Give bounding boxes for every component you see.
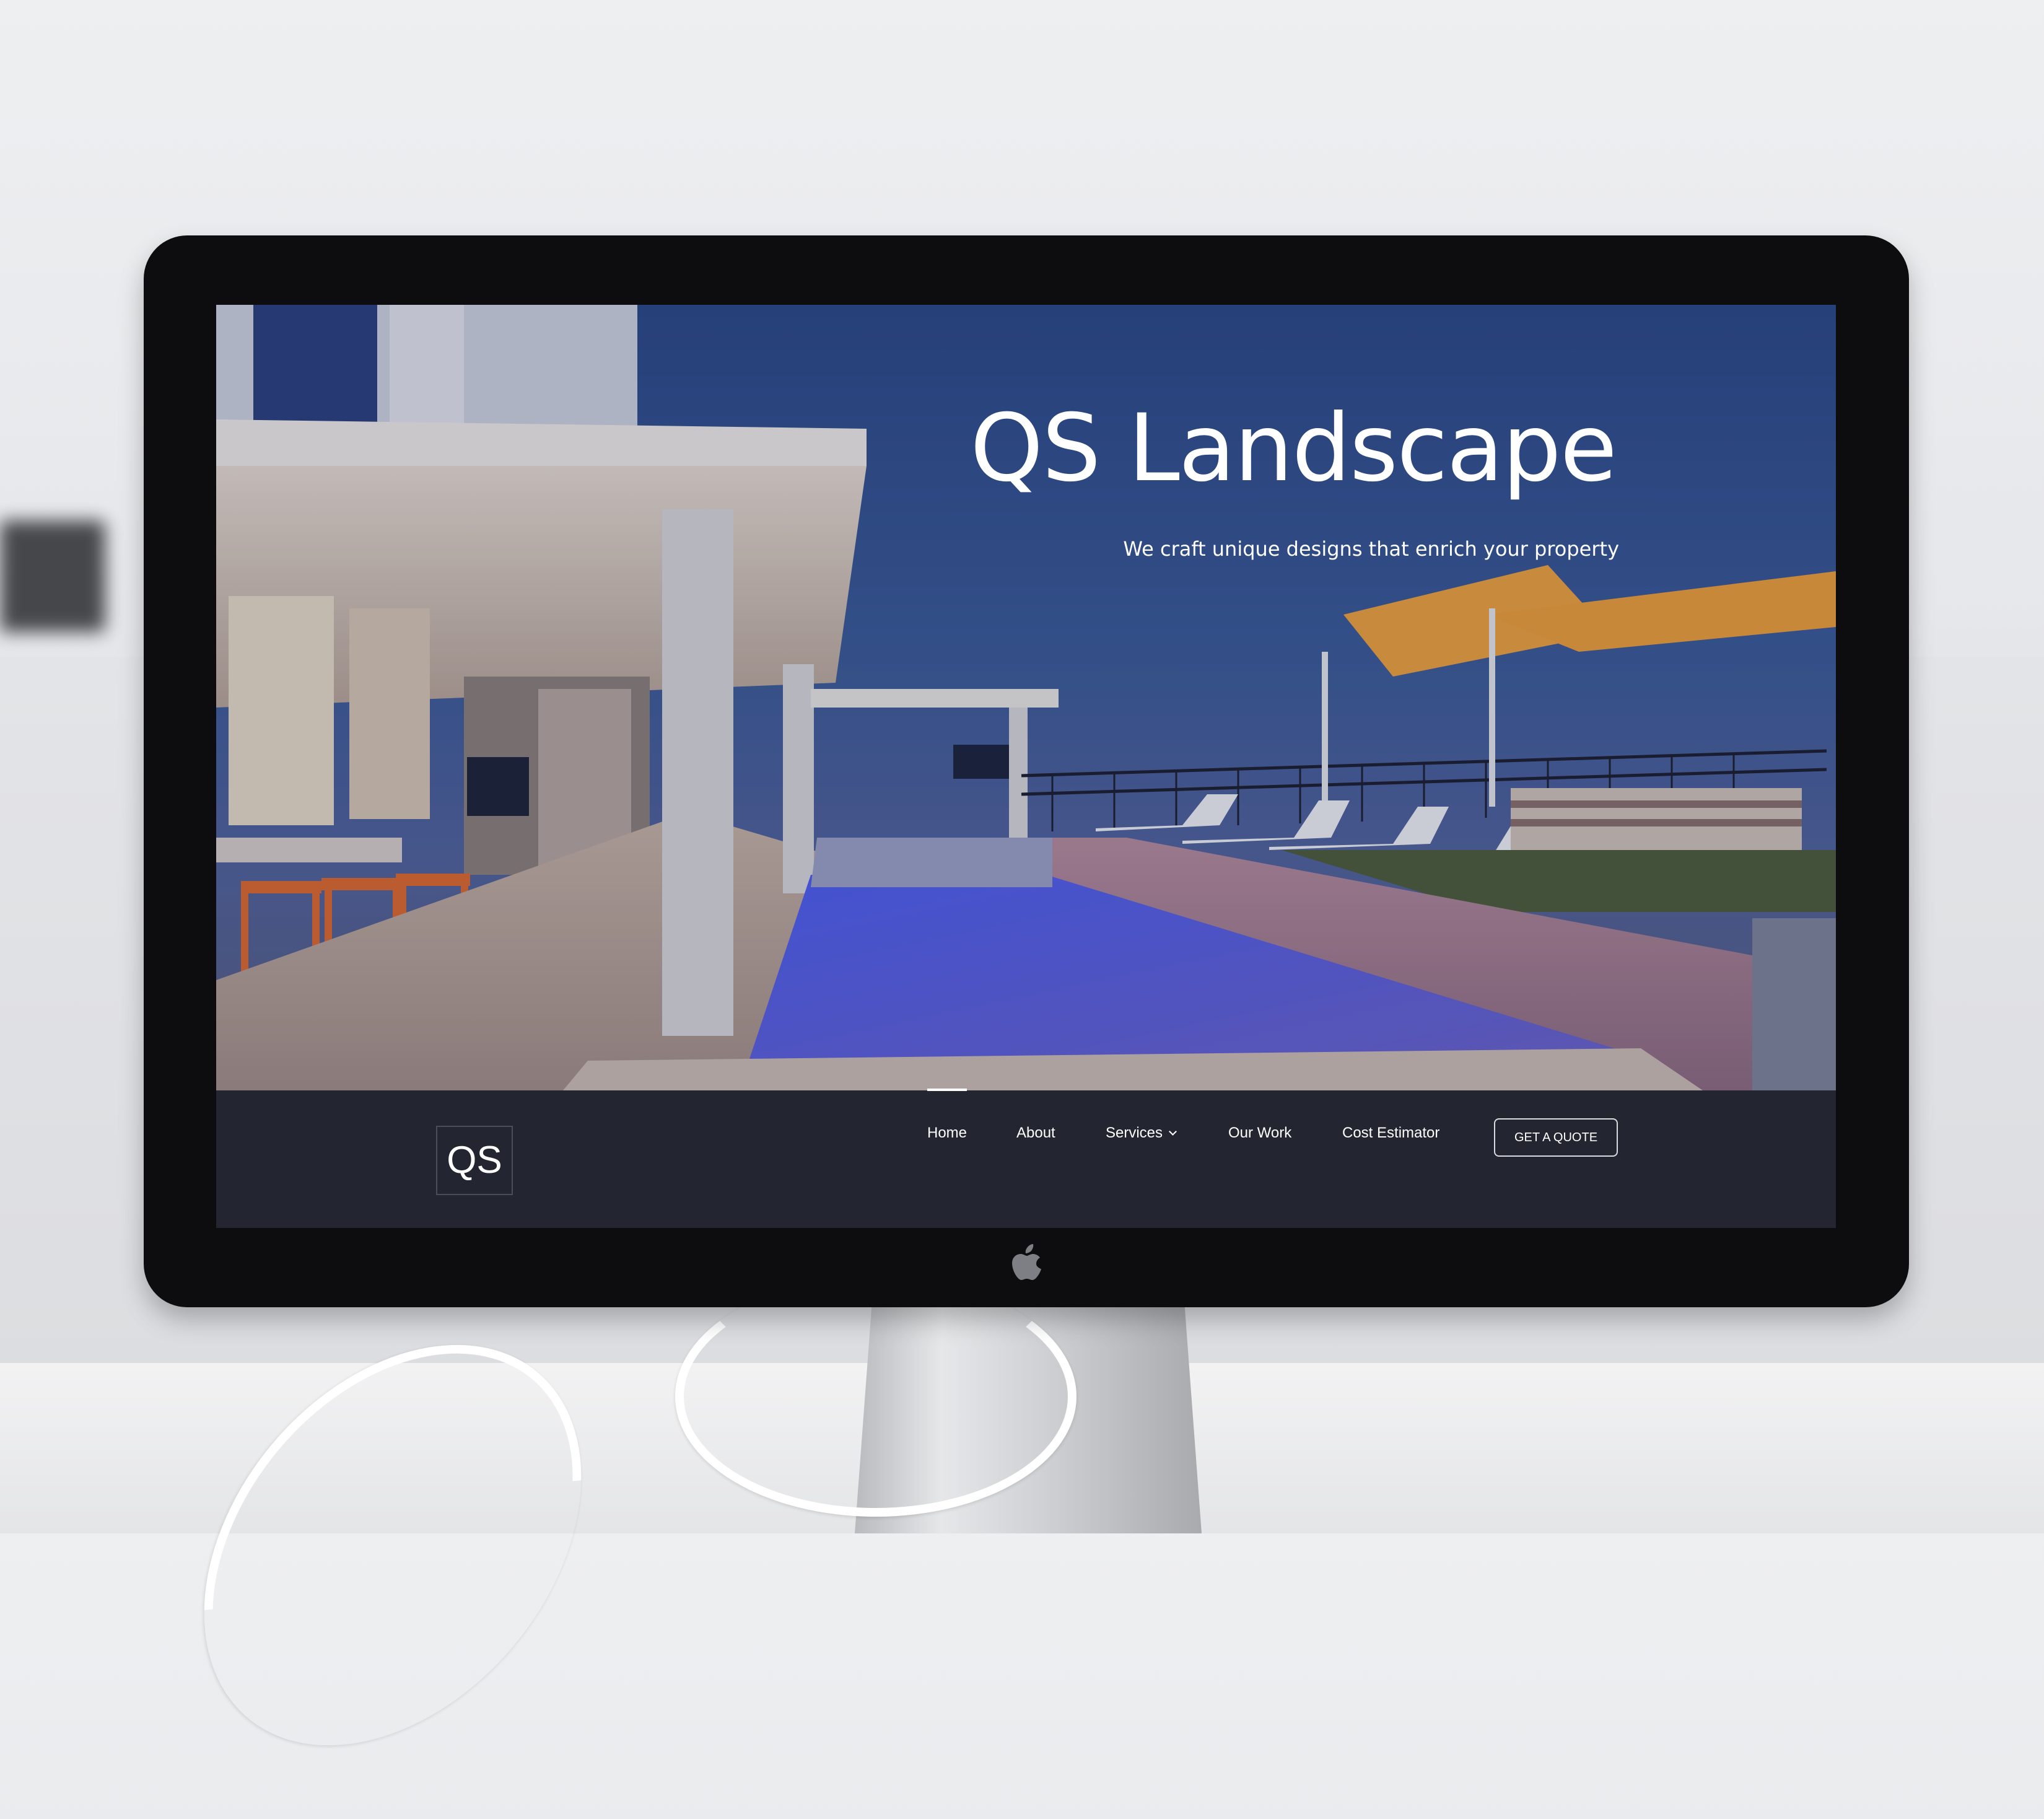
nav-services[interactable]: Services: [1106, 1124, 1177, 1142]
power-cable: [675, 1276, 1077, 1517]
hero-title: QS Landscape: [970, 395, 1617, 502]
nav-services-label: Services: [1106, 1124, 1163, 1141]
nav-home[interactable]: Home: [927, 1089, 967, 1142]
apple-logo-icon: [1010, 1244, 1043, 1284]
site-logo[interactable]: QS: [436, 1126, 513, 1195]
blurred-background-object: [0, 520, 105, 632]
hero-subtitle: We craft unique designs that enrich your…: [1123, 537, 1619, 561]
website-screen: QS Landscape We craft unique designs tha…: [216, 305, 1836, 1228]
chevron-down-icon: [1169, 1128, 1177, 1136]
get-a-quote-button[interactable]: GET A QUOTE: [1494, 1118, 1618, 1157]
monitor-bezel: QS Landscape We craft unique designs tha…: [144, 235, 1909, 1307]
nav-about[interactable]: About: [1016, 1124, 1055, 1142]
nav-cost-estimator[interactable]: Cost Estimator: [1342, 1124, 1439, 1142]
site-navbar: QS Home About Services Our Work Cost Est…: [216, 1089, 1836, 1228]
hero-section: QS Landscape We craft unique designs tha…: [216, 305, 1836, 1090]
nav-our-work[interactable]: Our Work: [1228, 1124, 1291, 1142]
